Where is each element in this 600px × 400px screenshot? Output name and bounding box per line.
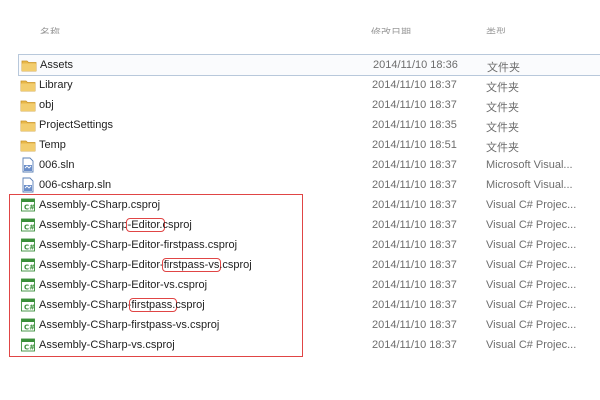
file-type: Microsoft Visual... — [486, 179, 573, 191]
name-column-header[interactable]: 名称 — [40, 24, 60, 34]
file-name: Temp — [39, 139, 66, 151]
file-name: 006.sln — [39, 159, 75, 171]
folder-icon — [20, 137, 36, 153]
file-date: 2014/11/10 18:37 — [372, 319, 457, 331]
file-date: 2014/11/10 18:37 — [372, 239, 457, 251]
file-row-obj[interactable]: obj 2014/11/10 18:37 文件夹 — [18, 95, 600, 115]
file-row-temp[interactable]: Temp 2014/11/10 18:51 文件夹 — [18, 135, 600, 155]
file-date: 2014/11/10 18:37 — [372, 79, 457, 91]
file-row-projectsettings[interactable]: ProjectSettings 2014/11/10 18:35 文件夹 — [18, 115, 600, 135]
file-type: Visual C# Projec... — [486, 339, 577, 351]
file-name: obj — [39, 99, 54, 111]
file-type: Visual C# Projec... — [486, 279, 577, 291]
file-date: 2014/11/10 18:37 — [372, 99, 457, 111]
file-name: 006-csharp.sln — [39, 179, 112, 191]
visual-studio-solution-icon — [20, 177, 36, 193]
folder-icon — [20, 77, 36, 93]
visual-studio-solution-icon — [20, 157, 36, 173]
file-row-006-csharp-sln[interactable]: 006-csharp.sln 2014/11/10 18:37 Microsof… — [18, 175, 600, 195]
file-name: Library — [39, 79, 73, 91]
file-type: 文件夹 — [487, 62, 520, 74]
file-date: 2014/11/10 18:36 — [373, 59, 458, 71]
file-type: 文件夹 — [486, 102, 519, 114]
file-date: 2014/11/10 18:37 — [372, 159, 457, 171]
column-header-bar: 名称 修改日期 类型 — [0, 0, 600, 50]
file-row-assets[interactable]: Assets 2014/11/10 18:36 文件夹 — [18, 54, 600, 76]
file-row-006-sln[interactable]: 006.sln 2014/11/10 18:37 Microsoft Visua… — [18, 155, 600, 175]
file-type: Visual C# Projec... — [486, 239, 577, 251]
file-date: 2014/11/10 18:37 — [372, 179, 457, 191]
file-date: 2014/11/10 18:37 — [372, 299, 457, 311]
file-type: Visual C# Projec... — [486, 299, 577, 311]
folder-icon — [20, 117, 36, 133]
file-row-library[interactable]: Library 2014/11/10 18:37 文件夹 — [18, 75, 600, 95]
file-type: Visual C# Projec... — [486, 319, 577, 331]
file-type: Visual C# Projec... — [486, 199, 577, 211]
file-date: 2014/11/10 18:35 — [372, 119, 457, 131]
type-column-header[interactable]: 类型 — [486, 24, 506, 34]
file-type: 文件夹 — [486, 142, 519, 154]
file-date: 2014/11/10 18:37 — [372, 199, 457, 211]
file-name: Assets — [40, 59, 74, 71]
file-type: Visual C# Projec... — [486, 219, 577, 231]
file-name: ProjectSettings — [39, 119, 113, 131]
file-date: 2014/11/10 18:37 — [372, 219, 457, 231]
file-type: Visual C# Projec... — [486, 259, 577, 271]
csproj-highlight-box — [9, 194, 303, 357]
date-column-header[interactable]: 修改日期 — [371, 24, 411, 34]
folder-icon — [20, 97, 36, 113]
file-date: 2014/11/10 18:37 — [372, 339, 457, 351]
file-date: 2014/11/10 18:37 — [372, 259, 457, 271]
file-type: 文件夹 — [486, 82, 519, 94]
folder-icon — [21, 57, 37, 73]
file-type: 文件夹 — [486, 122, 519, 134]
file-date: 2014/11/10 18:37 — [372, 279, 457, 291]
file-date: 2014/11/10 18:51 — [372, 139, 457, 151]
file-type: Microsoft Visual... — [486, 159, 573, 171]
